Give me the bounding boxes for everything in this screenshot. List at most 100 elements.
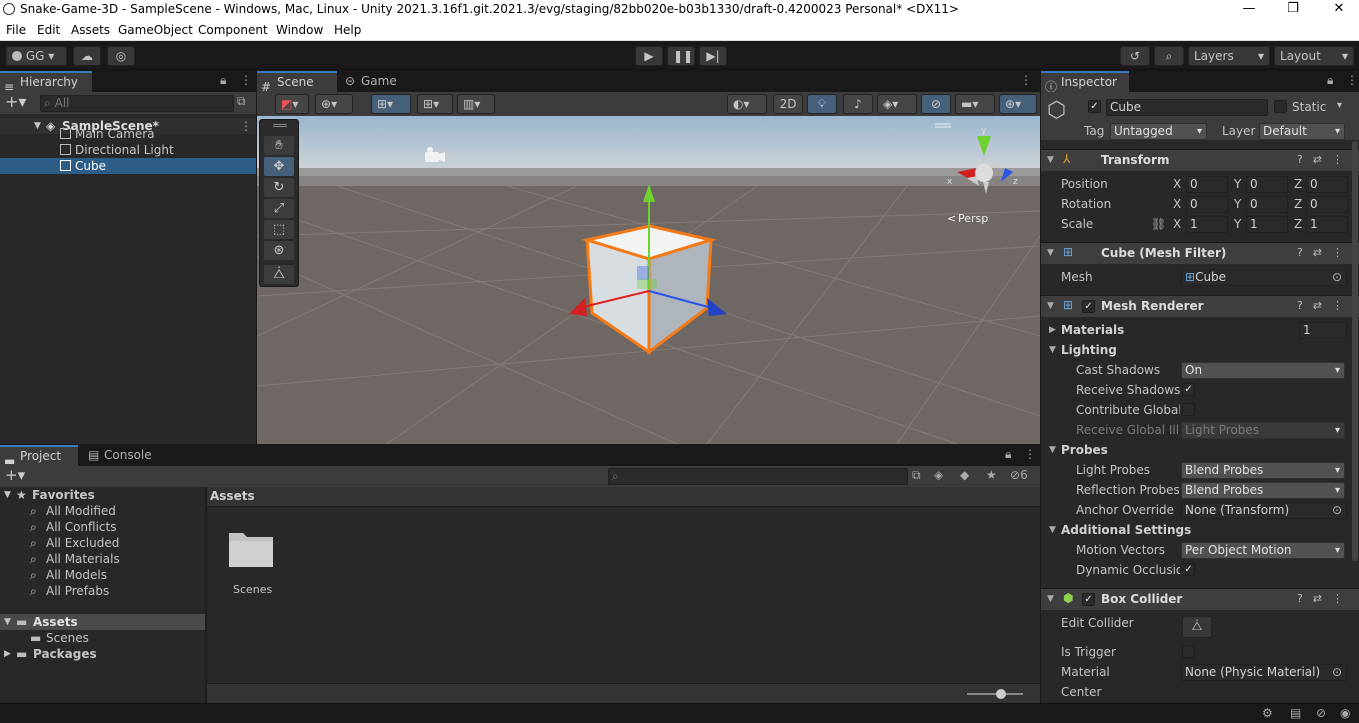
assets-folder-row[interactable]: ▼ ▬ Assets [0,614,205,630]
search-type-icon[interactable]: ⧉ [912,468,921,483]
is-trigger-checkbox[interactable] [1182,645,1195,658]
persp-label[interactable]: Persp [958,212,988,225]
fold-arrow-icon[interactable]: ▼ [1049,445,1056,455]
account-dropdown[interactable]: GG ▾ [6,46,67,66]
component-header-icons[interactable]: ?⇄⋮ [1297,153,1353,166]
object-name-input[interactable]: Cube [1106,99,1268,116]
rotation-x-field[interactable]: 0 [1186,196,1228,213]
tag-dropdown[interactable]: Untagged [1110,123,1207,140]
add-icon[interactable]: +▾ [5,92,26,111]
object-picker-icon[interactable]: ⊙ [1332,270,1342,285]
camera-dropdown[interactable]: ▬▾ [955,94,995,114]
mesh-object-field[interactable]: ⊞Cube ⊙ [1181,269,1347,286]
search-options-icon[interactable]: ⧉ [237,94,246,109]
panel-menu-icon[interactable]: ⋮ [1346,73,1358,87]
favorite-item[interactable]: ⌕ All Modified [0,503,205,519]
rect-tool-button[interactable]: ⬚ [264,220,294,239]
layers-dropdown[interactable]: Layers ▾ [1188,46,1270,66]
fold-arrow-icon[interactable]: ▶ [1049,325,1056,335]
panel-menu-icon[interactable]: ⋮ [1024,447,1036,461]
anchor-override-field[interactable]: None (Transform) ⊙ [1181,502,1347,519]
label-icon[interactable]: ◆ [960,468,969,482]
search-button[interactable]: ⌕ [1154,46,1184,66]
menu-edit[interactable]: Edit [37,23,60,37]
position-x-field[interactable]: 0 [1186,176,1228,193]
mesh-filter-header[interactable]: ▼ ⊞ Cube (Mesh Filter) ?⇄⋮ [1041,242,1359,264]
favorite-item[interactable]: ⌕ All Models [0,567,205,583]
project-search-input[interactable]: ⌕ [608,468,908,485]
dynamic-occlusion-checkbox[interactable]: ✓ [1182,563,1195,576]
receive-shadows-checkbox[interactable]: ✓ [1182,383,1195,396]
mesh-renderer-header[interactable]: ▼ ⊞ ✓ Mesh Renderer ?⇄⋮ [1041,295,1359,317]
grid-snap-button[interactable]: ⊞▾ [371,94,411,114]
component-header-icons[interactable]: ?⇄⋮ [1297,592,1353,605]
favorite-star-icon[interactable]: ★ [986,468,997,482]
tab-inspector[interactable]: ⓘ Inspector [1041,71,1129,94]
zoom-slider-track[interactable] [967,693,1023,695]
panel-menu-icon[interactable]: ⋮ [240,73,252,87]
physic-material-field[interactable]: None (Physic Material) ⊙ [1181,664,1347,681]
cube-object-icon[interactable]: ⬡ [1047,98,1066,123]
scale-z-field[interactable]: 1 [1306,216,1348,233]
tab-game[interactable]: ⊝ Game [341,71,411,92]
favorite-item[interactable]: ⌕ All Materials [0,551,205,567]
collider-tool-button[interactable]: ⧊ [264,265,294,284]
scale-tool-button[interactable]: ⤢ [264,199,294,218]
static-dropdown-arrow[interactable]: ▾ [1337,100,1342,111]
layout-dropdown[interactable]: Layout ▾ [1274,46,1354,66]
light-probes-dropdown[interactable]: Blend Probes [1181,462,1345,479]
filter-type-icon[interactable]: ◈ [934,468,943,482]
snap-increment-button[interactable]: ⊞▾ [417,94,453,114]
progress-icon[interactable]: ⚙ [1262,706,1273,720]
menu-file[interactable]: File [6,23,26,37]
step-button[interactable]: ▶| [699,46,727,66]
cast-shadows-dropdown[interactable]: On [1181,362,1345,379]
visibility-toggle[interactable]: ⊘ [921,94,951,114]
menu-component[interactable]: Component [198,23,268,37]
notification-icon[interactable]: ◉ [1340,706,1350,720]
play-button[interactable]: ▶ [635,46,663,66]
motion-vectors-dropdown[interactable]: Per Object Motion [1181,542,1345,559]
maximize-button[interactable]: ❐ [1273,0,1313,20]
mesh-renderer-enabled-checkbox[interactable]: ✓ [1082,300,1095,313]
audio-toggle[interactable]: ♪ [843,94,873,114]
layer-dropdown[interactable]: Default [1259,123,1345,140]
shading-dropdown[interactable]: ◐▾ [727,94,767,114]
component-header-icons[interactable]: ?⇄⋮ [1297,299,1353,312]
lock-icon[interactable]: 🔒︎ [220,73,226,88]
component-header-icons[interactable]: ?⇄⋮ [1297,246,1353,259]
static-checkbox[interactable] [1274,100,1287,113]
position-z-field[interactable]: 0 [1306,176,1348,193]
hierarchy-item-cube[interactable]: Cube [0,158,256,174]
hierarchy-item-main-camera[interactable]: Main Camera [0,126,256,142]
favorite-item[interactable]: ⌕ All Prefabs [0,583,205,599]
favorite-item[interactable]: ⌕ All Conflicts [0,519,205,535]
transform-header[interactable]: ▼ ⅄ Transform ?⇄⋮ [1041,149,1359,171]
scale-x-field[interactable]: 1 [1186,216,1228,233]
tab-scene[interactable]: # Scene [257,71,337,94]
packages-folder-row[interactable]: ▶ ▬ Packages [0,646,205,662]
gizmos-dropdown[interactable]: ⊕▾ [999,94,1037,114]
position-y-field[interactable]: 0 [1246,176,1288,193]
rotate-tool-button[interactable]: ↻ [264,178,294,197]
tab-hierarchy[interactable]: ≡ Hierarchy [0,71,92,94]
hidden-packages-toggle[interactable]: ⊘6 [1010,468,1028,482]
minimize-button[interactable]: — [1229,0,1269,20]
box-collider-header[interactable]: ▼ ⬢ ✓ Box Collider ?⇄⋮ [1041,588,1359,610]
lock-icon[interactable]: 🔒︎ [1327,73,1333,88]
scale-y-field[interactable]: 1 [1246,216,1288,233]
object-picker-icon[interactable]: ⊙ [1332,503,1342,518]
effects-dropdown[interactable]: ◈▾ [877,94,917,114]
menu-help[interactable]: Help [334,23,361,37]
edit-collider-button[interactable]: ⧊ [1182,616,1212,638]
zoom-slider-thumb[interactable] [996,689,1006,699]
close-button[interactable]: ✕ [1319,0,1359,20]
ruler-button[interactable]: ▥▾ [457,94,495,114]
create-icon[interactable]: +▾ [5,466,25,484]
constrain-proportions-icon[interactable]: ⛓︎ [1151,217,1166,231]
lock-icon[interactable]: 🔒︎ [1005,447,1011,462]
transform-tool-button[interactable]: ⊛ [264,241,294,260]
hierarchy-item-directional-light[interactable]: Directional Light [0,142,256,158]
cloud-button[interactable]: ☁ [73,46,101,66]
favorite-item[interactable]: ⌕ All Excluded [0,535,205,551]
